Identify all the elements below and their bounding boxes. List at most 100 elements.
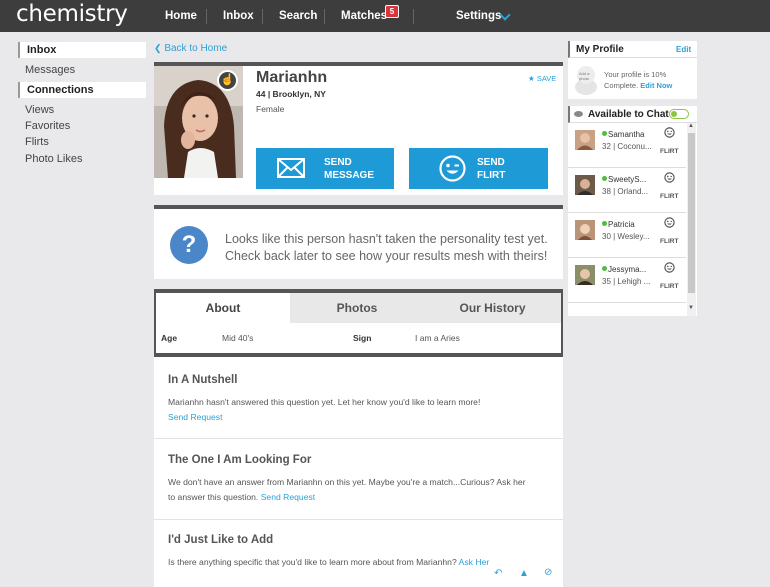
tab-our-history[interactable]: Our History xyxy=(424,293,561,323)
flirt-button[interactable]: FLIRT xyxy=(660,238,678,245)
user-avatar[interactable] xyxy=(575,265,595,285)
flirt-wink-icon[interactable] xyxy=(664,217,675,228)
chat-user-info: 35 | Lehigh ... xyxy=(602,277,651,286)
logo[interactable]: chemistry xyxy=(16,1,128,27)
refresh-icon[interactable]: ↶ xyxy=(494,568,502,579)
add-photo-avatar[interactable]: Add a photo xyxy=(572,63,600,95)
chat-user-row[interactable]: SweetyS... 38 | Orland... FLIRT xyxy=(568,168,686,213)
wink-face-icon xyxy=(439,155,466,182)
chat-user-name: Jessyma... xyxy=(608,265,647,274)
flirt-button[interactable]: FLIRT xyxy=(660,193,678,200)
user-avatar[interactable] xyxy=(575,175,595,195)
chat-availability-toggle[interactable] xyxy=(669,109,689,119)
edit-now-link[interactable]: Edit Now xyxy=(640,81,672,90)
flirt-wink-icon[interactable] xyxy=(664,127,675,138)
question-text: Marianhn hasn't answered this question y… xyxy=(168,397,481,407)
chat-title: Available to Chat xyxy=(588,109,669,120)
flirt-button[interactable]: FLIRT xyxy=(660,283,678,290)
question-text: We don't have an answer from Marianhn on… xyxy=(168,477,526,487)
profile-card: ☝ Marianhn 44 | Brooklyn, NY Female ★ SA… xyxy=(154,62,563,195)
chat-user-info: 30 | Wesley... xyxy=(602,232,650,241)
send-message-button[interactable]: SEND MESSAGE xyxy=(256,148,394,189)
my-profile-header: My Profile Edit xyxy=(568,41,697,58)
flirt-button[interactable]: FLIRT xyxy=(660,148,678,155)
online-status-dot xyxy=(602,266,607,271)
profile-tabs: About Photos Our History Age Mid 40's Si… xyxy=(154,289,563,357)
available-to-chat-panel: Available to Chat Samantha 32 | Coconu..… xyxy=(568,106,697,316)
sidebar-item-messages[interactable]: Messages xyxy=(18,62,146,78)
nav-divider xyxy=(262,9,263,24)
send-request-link[interactable]: Send Request xyxy=(261,492,315,502)
divider xyxy=(154,438,563,439)
sidebar-item-flirts[interactable]: Flirts xyxy=(18,134,146,150)
chat-user-row[interactable]: Samantha 32 | Coconu... FLIRT xyxy=(568,123,686,168)
sidebar-item-photo-likes[interactable]: Photo Likes xyxy=(18,151,146,167)
sidebar-item-connections[interactable]: Connections xyxy=(18,82,146,98)
sign-label: Sign xyxy=(353,333,372,343)
ask-her-link[interactable]: Ask Her xyxy=(459,557,490,567)
sign-value: I am a Aries xyxy=(415,333,460,343)
top-bar: chemistry Home Inbox Search Matches 5 Se… xyxy=(0,0,770,32)
flirt-wink-icon[interactable] xyxy=(664,262,675,273)
online-status-dot xyxy=(602,176,607,181)
user-avatar[interactable] xyxy=(575,220,595,240)
tab-photos[interactable]: Photos xyxy=(290,293,424,323)
user-avatar[interactable] xyxy=(575,130,595,150)
scroll-up-arrow[interactable]: ▲ xyxy=(688,123,694,129)
question-title: In A Nutshell xyxy=(168,374,238,386)
chat-bubble-icon xyxy=(574,111,583,117)
chat-user-info: 38 | Orland... xyxy=(602,187,649,196)
question-title: I'd Just Like to Add xyxy=(168,534,274,546)
personality-test-notice: ? Looks like this person hasn't taken th… xyxy=(154,205,563,279)
scroll-down-arrow[interactable]: ▼ xyxy=(688,305,694,311)
send-flirt-button[interactable]: SEND FLIRT xyxy=(409,148,548,189)
chat-user-info: 32 | Coconu... xyxy=(602,142,652,151)
chat-user-name: Samantha xyxy=(608,130,645,139)
edit-profile-link[interactable]: Edit xyxy=(676,45,691,54)
envelope-icon xyxy=(277,158,305,178)
chat-user-name: Patricia xyxy=(608,220,635,229)
chat-user-row[interactable]: Jessyma... 35 | Lehigh ... FLIRT xyxy=(568,258,686,303)
online-status-dot xyxy=(602,221,607,226)
sidebar-item-favorites[interactable]: Favorites xyxy=(18,118,146,134)
chat-scrollbar[interactable]: ▲ ▼ xyxy=(687,123,696,316)
nav-settings[interactable]: Settings xyxy=(456,0,501,32)
divider xyxy=(154,519,563,520)
chat-header: Available to Chat xyxy=(568,106,697,123)
save-button[interactable]: ★ SAVE xyxy=(528,74,556,83)
profile-age-location: 44 | Brooklyn, NY xyxy=(256,89,326,99)
flirt-wink-icon[interactable] xyxy=(664,172,675,183)
nav-divider xyxy=(206,9,207,24)
photo-like-icon[interactable]: ☝ xyxy=(217,70,238,91)
nav-inbox[interactable]: Inbox xyxy=(223,0,254,32)
nav-home[interactable]: Home xyxy=(165,0,197,32)
question-mark-icon: ? xyxy=(170,226,208,264)
chat-list: Samantha 32 | Coconu... FLIRT SweetyS...… xyxy=(568,123,697,316)
profile-name: Marianhn xyxy=(256,69,328,86)
nav-divider xyxy=(324,9,325,24)
online-status-dot xyxy=(602,131,607,136)
tab-about[interactable]: About xyxy=(156,293,290,323)
sidebar-item-inbox[interactable]: Inbox xyxy=(18,42,146,58)
question-title: The One I Am Looking For xyxy=(168,454,312,466)
my-profile-panel: My Profile Edit Add a photo Your profile… xyxy=(568,41,697,99)
send-request-link[interactable]: Send Request xyxy=(168,410,222,425)
block-icon[interactable]: ⊘ xyxy=(544,567,552,578)
chevron-left-icon: ❮ xyxy=(154,43,162,53)
nav-matches[interactable]: Matches xyxy=(341,0,387,32)
nav-search[interactable]: Search xyxy=(279,0,317,32)
back-to-home-link[interactable]: ❮ Back to Home xyxy=(154,43,227,54)
profile-completion-text: Your profile is 10% Complete. Edit Now xyxy=(604,70,673,90)
question-text: to answer this question. Send Request xyxy=(168,492,316,502)
report-warning-icon[interactable]: ▲ xyxy=(519,568,529,579)
personality-message-line: Looks like this person hasn't taken the … xyxy=(225,232,548,246)
chat-user-row[interactable]: Patricia 30 | Wesley... FLIRT xyxy=(568,213,686,258)
nav-divider xyxy=(413,9,414,24)
star-icon: ★ xyxy=(528,74,535,83)
profile-gender: Female xyxy=(256,104,285,114)
scrollbar-thumb[interactable] xyxy=(688,133,695,293)
my-profile-title: My Profile xyxy=(576,44,624,55)
matches-count-badge: 5 xyxy=(385,5,399,18)
chat-user-name: SweetyS... xyxy=(608,175,647,184)
sidebar-item-views[interactable]: Views xyxy=(18,102,146,118)
